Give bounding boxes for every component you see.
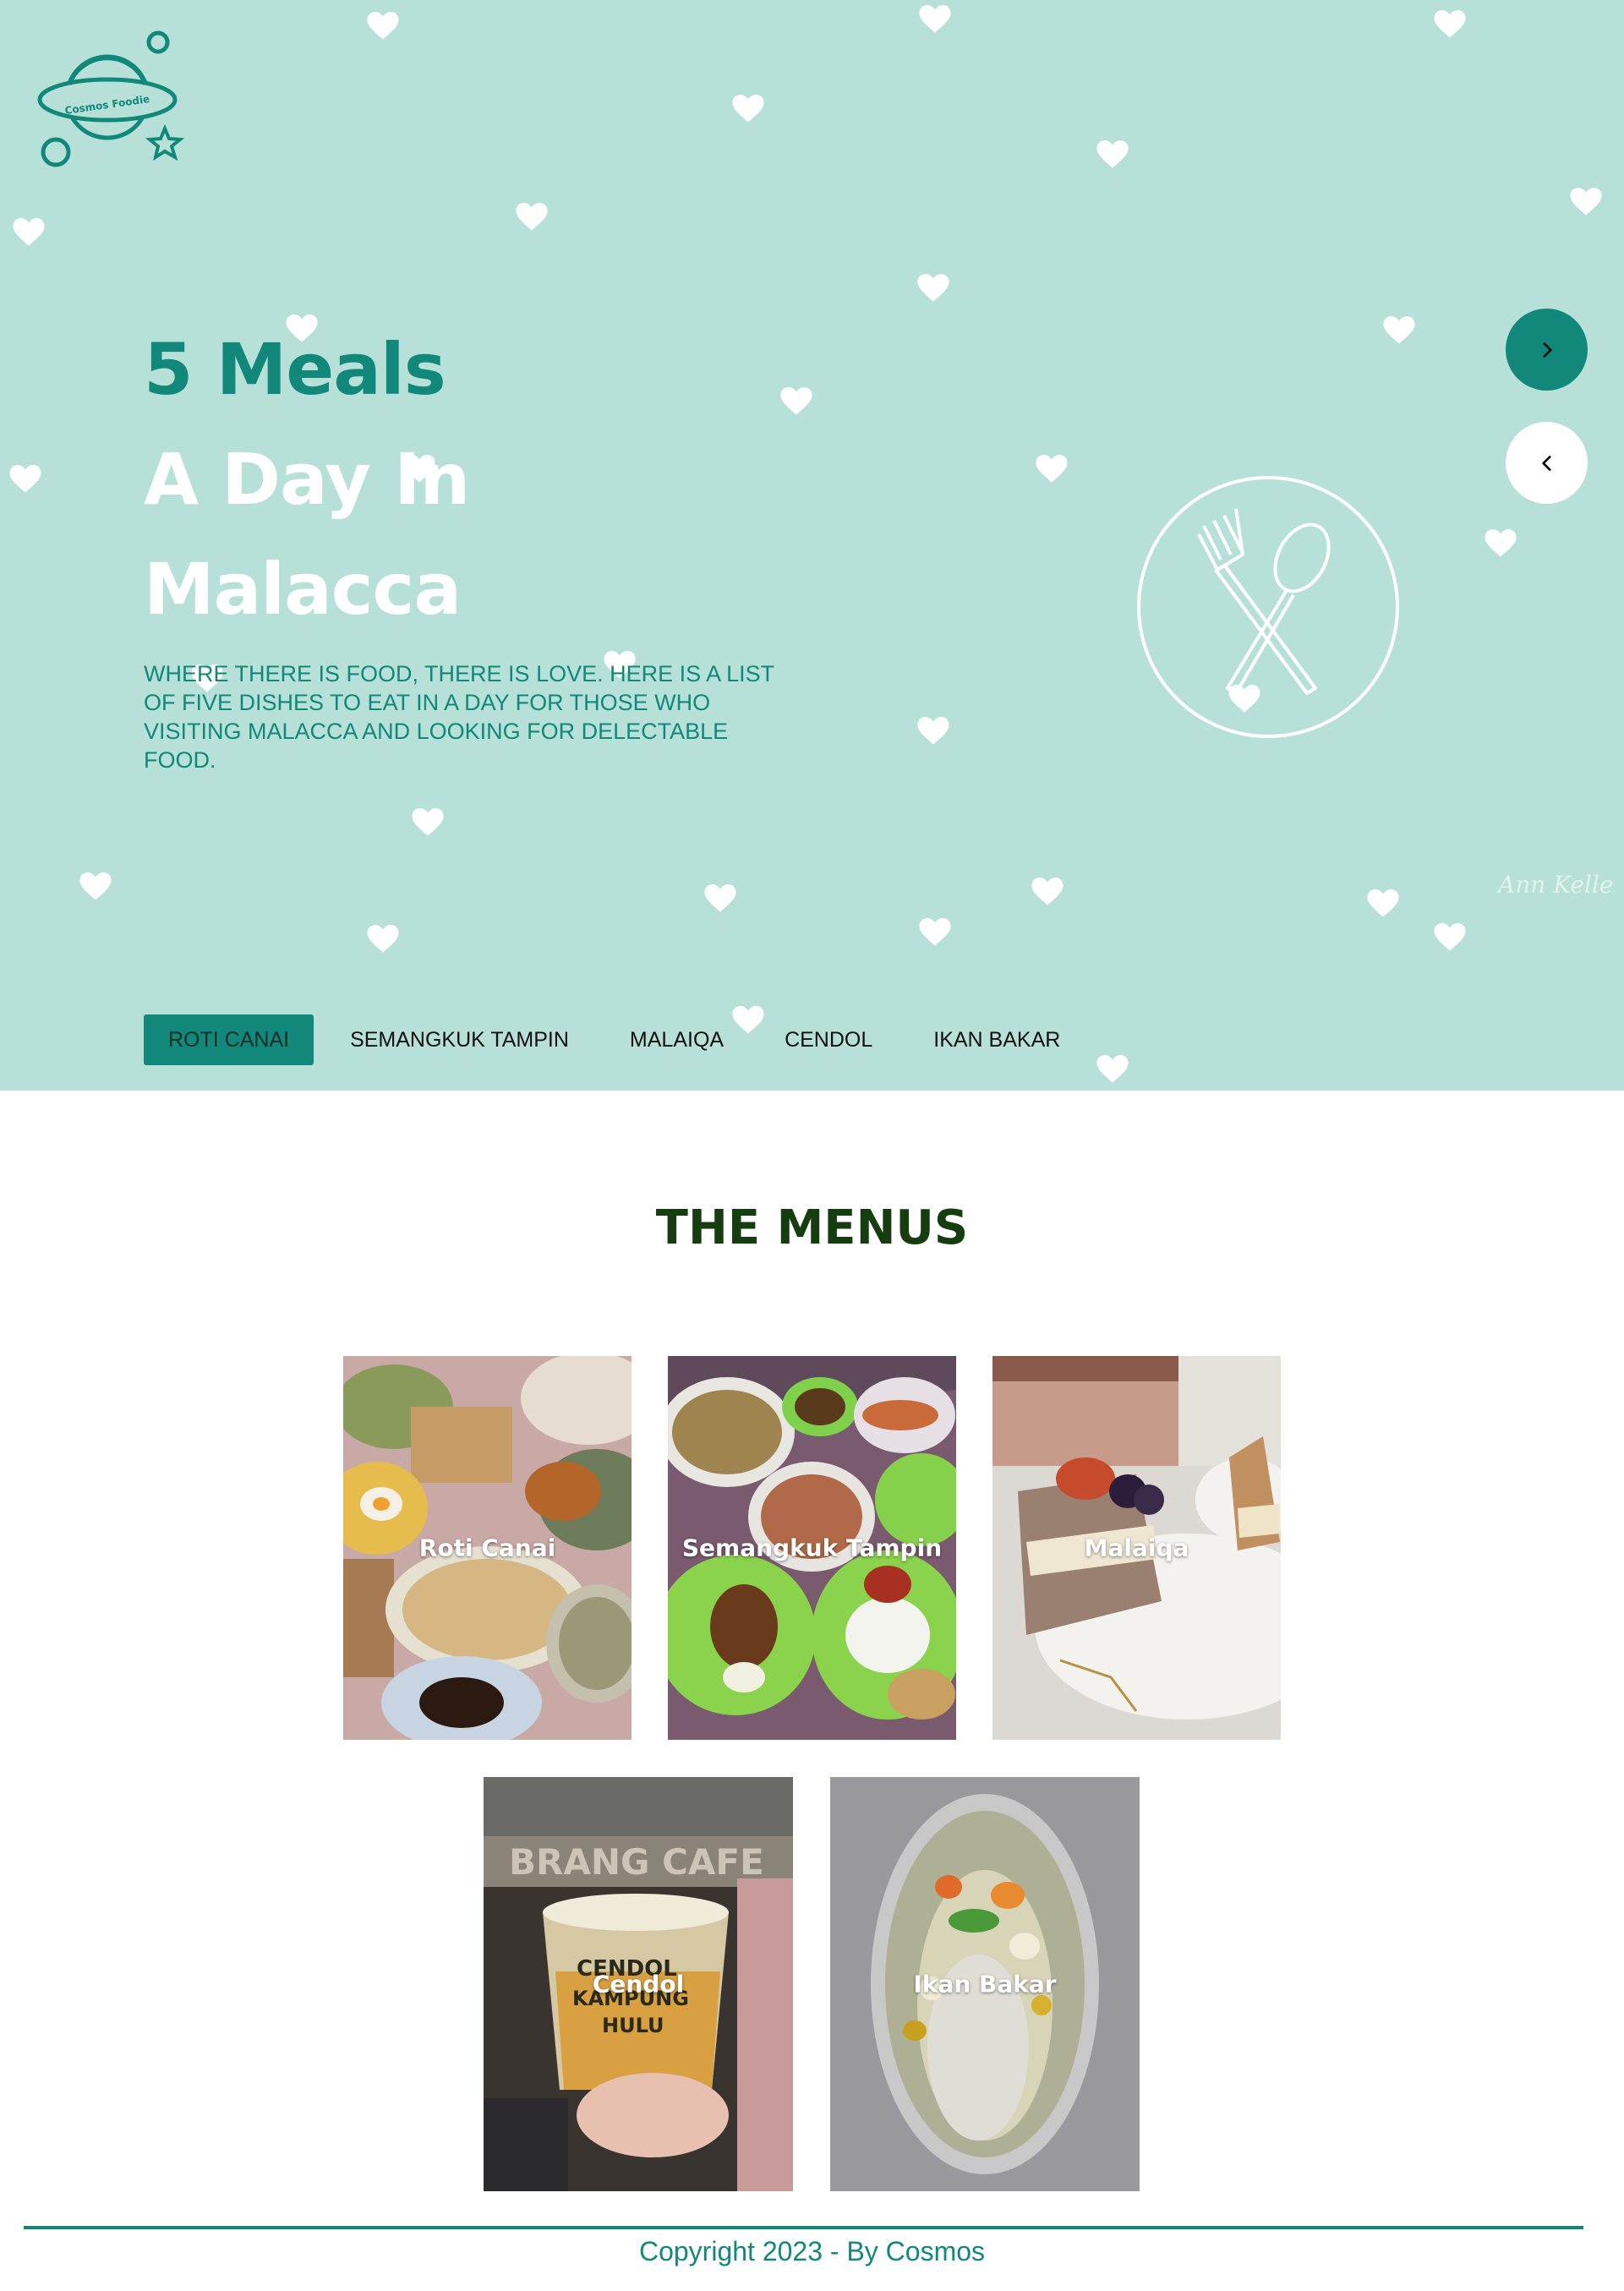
menu-card-roti-canai[interactable]: Roti Canai: [343, 1356, 632, 1740]
heart-icon: [732, 95, 764, 123]
heart-icon: [1434, 10, 1466, 38]
fork-spoon-icon: [1137, 476, 1399, 738]
hero-description: WHERE THERE IS FOOD, THERE IS LOVE. HERE…: [144, 661, 774, 773]
heart-icon: [412, 808, 444, 836]
heart-icon: [1570, 188, 1602, 216]
svg-text:BRANG CAFE: BRANG CAFE: [509, 1841, 764, 1883]
tab-ikan-bakar[interactable]: IKAN BAKAR: [909, 1014, 1085, 1065]
menu-card-label: Malaiqa: [1084, 1534, 1189, 1562]
heart-icon: [1485, 529, 1517, 557]
menu-card-label: Cendol: [592, 1970, 685, 1998]
tab-malaiqa[interactable]: MALAIQA: [605, 1014, 748, 1065]
heart-icon: [79, 872, 112, 900]
heart-icon: [1096, 140, 1129, 168]
heart-icon: [1383, 316, 1415, 344]
heart-icon: [13, 218, 45, 246]
heart-icon: [780, 387, 812, 415]
heart-icon: [516, 203, 548, 231]
heart-icon: [917, 274, 949, 302]
heart-icon: [704, 884, 736, 912]
hero-section: Cosmos Foodie 5 Meals A Day In Malacca W…: [0, 0, 1624, 1091]
planet-logo[interactable]: Cosmos Foodie: [34, 25, 186, 169]
chevron-right-icon: [1542, 342, 1552, 358]
tab-semangkuk-tampin[interactable]: SEMANGKUK TAMPIN: [325, 1014, 593, 1065]
hero-title-line3: Malacca: [144, 548, 462, 631]
heart-icon: [1036, 455, 1068, 483]
heart-icon: [917, 717, 949, 745]
heart-icon: [1096, 1055, 1129, 1083]
heart-icon: [9, 465, 41, 493]
hero-title-line1: 5 Meals: [144, 328, 446, 411]
menus-title: THE MENUS: [655, 1200, 969, 1255]
menu-card-semangkuk-tampin[interactable]: Semangkuk Tampin: [668, 1356, 956, 1740]
heart-icon: [919, 5, 951, 33]
menu-card-label: Semangkuk Tampin: [681, 1534, 943, 1562]
menu-card-ikan-bakar[interactable]: Ikan Bakar: [830, 1777, 1140, 2191]
chevron-left-icon: [1541, 455, 1551, 471]
menu-card-cendol[interactable]: BRANG CAFE CENDOL KAMPUNG HULU Cendol: [484, 1777, 793, 2191]
hero-title-line2: A Day In: [144, 438, 470, 521]
heart-icon: [1367, 889, 1399, 917]
tab-cendol[interactable]: CENDOL: [760, 1014, 897, 1065]
tab-roti-canai[interactable]: ROTI CANAI: [144, 1014, 314, 1065]
prev-slide-button[interactable]: [1506, 422, 1588, 504]
menu-card-label: Ikan Bakar: [913, 1970, 1057, 1998]
dish-tabs: ROTI CANAI SEMANGKUK TAMPIN MALAIQA CEND…: [144, 1014, 1096, 1065]
menu-card-malaiqa[interactable]: Malaiqa: [992, 1356, 1281, 1740]
svg-text:HULU: HULU: [602, 2014, 664, 2037]
heart-icon: [1031, 878, 1064, 905]
heart-icon: [367, 12, 399, 40]
heart-icon: [1434, 923, 1466, 951]
next-slide-button[interactable]: [1506, 309, 1588, 391]
watermark-text: Ann Kelle: [1498, 871, 1614, 899]
heart-icon: [919, 918, 951, 946]
footer-divider: [24, 2226, 1583, 2229]
menu-card-label: Roti Canai: [418, 1534, 556, 1562]
footer-copyright: Copyright 2023 - By Cosmos: [638, 2236, 986, 2266]
heart-icon: [367, 925, 399, 953]
